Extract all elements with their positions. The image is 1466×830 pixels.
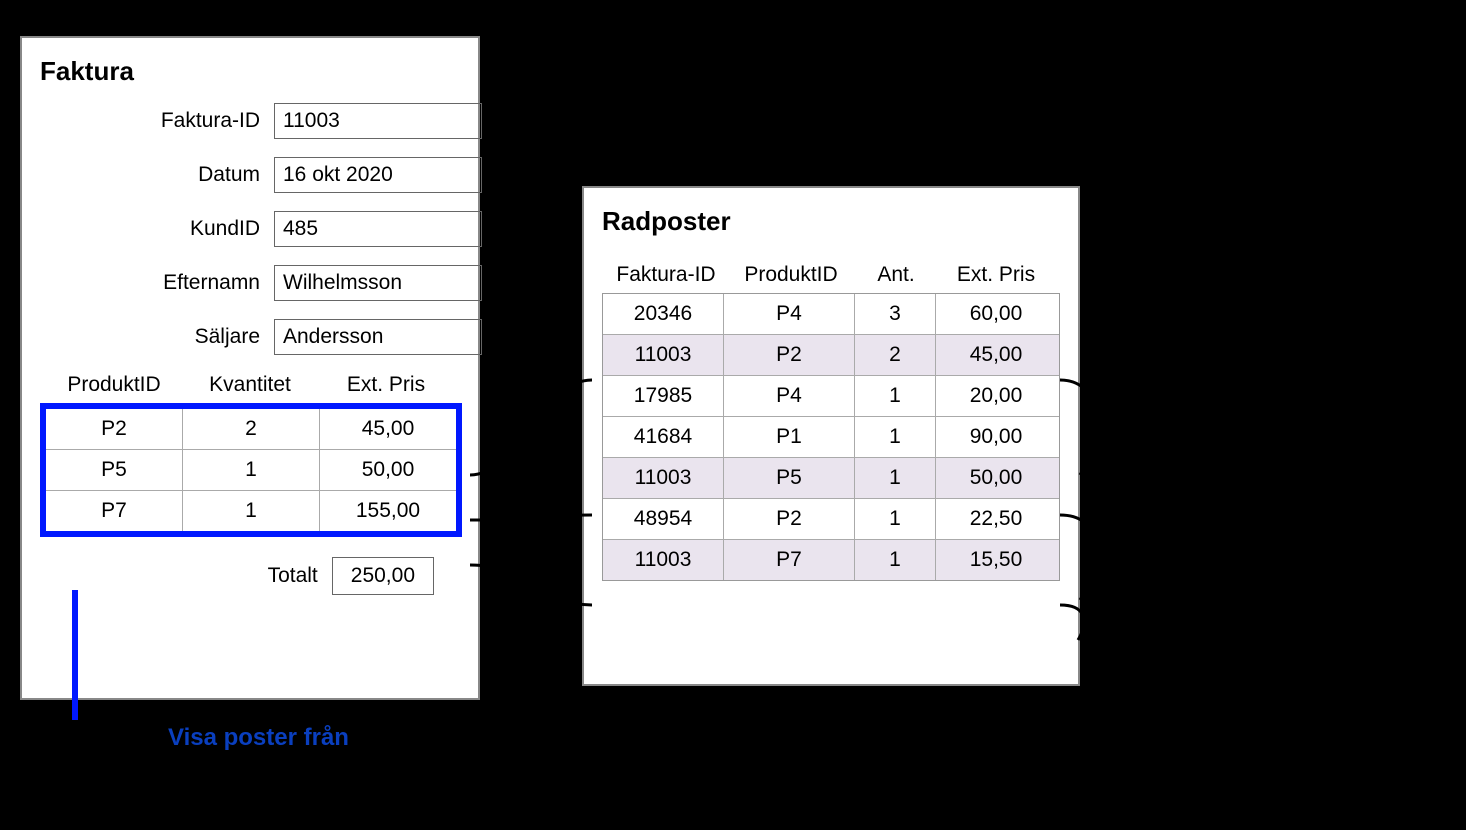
connector-lines bbox=[0, 0, 1466, 830]
